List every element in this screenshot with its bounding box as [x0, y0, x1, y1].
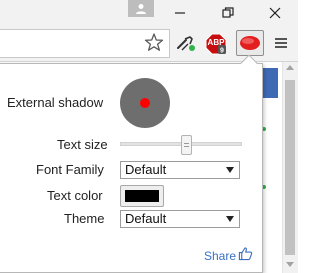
hamburger-menu-icon[interactable] — [273, 35, 289, 51]
shadow-center-dot — [140, 98, 150, 108]
font-family-value: Default — [125, 162, 167, 177]
minimize-icon — [175, 12, 185, 14]
adblock-plus-button[interactable]: 9 ABP — [205, 33, 227, 55]
font-family-select[interactable]: Default — [120, 161, 240, 179]
text-color-swatch — [125, 190, 159, 202]
restore-button[interactable] — [204, 0, 252, 26]
text-size-label: Text size — [57, 137, 108, 152]
page-header-block — [262, 68, 278, 98]
adblock-label: ABP — [207, 38, 225, 47]
theme-select[interactable]: Default — [120, 210, 240, 228]
shadow-preview[interactable] — [120, 78, 170, 128]
thumbs-up-icon[interactable] — [238, 246, 253, 261]
minimize-button[interactable] — [156, 0, 204, 26]
scroll-up-arrow[interactable] — [286, 65, 294, 70]
external-shadow-label: External shadow — [7, 95, 104, 110]
title-bar — [0, 0, 298, 26]
svg-text:9: 9 — [220, 48, 224, 55]
scroll-down-arrow[interactable] — [286, 262, 294, 267]
chevron-down-icon — [226, 216, 234, 222]
close-button[interactable] — [252, 0, 298, 26]
scrollbar-thumb[interactable] — [285, 80, 295, 255]
close-icon — [269, 7, 281, 19]
profile-button[interactable] — [128, 0, 154, 17]
chevron-down-icon — [226, 167, 234, 173]
text-color-picker[interactable] — [120, 185, 164, 207]
text-size-slider-thumb[interactable] — [181, 135, 193, 155]
person-icon — [136, 3, 146, 14]
theme-value: Default — [125, 211, 167, 226]
rocket-extension-icon[interactable] — [175, 33, 197, 55]
font-family-label: Font Family — [36, 162, 104, 177]
text-shadow-extension-button[interactable] — [236, 30, 264, 56]
text-shadow-extension-icon — [240, 36, 260, 50]
share-link[interactable]: Share — [204, 249, 236, 263]
theme-label: Theme — [64, 211, 105, 226]
text-color-label: Text color — [47, 188, 103, 203]
star-icon[interactable] — [144, 30, 164, 54]
restore-icon — [222, 7, 234, 18]
